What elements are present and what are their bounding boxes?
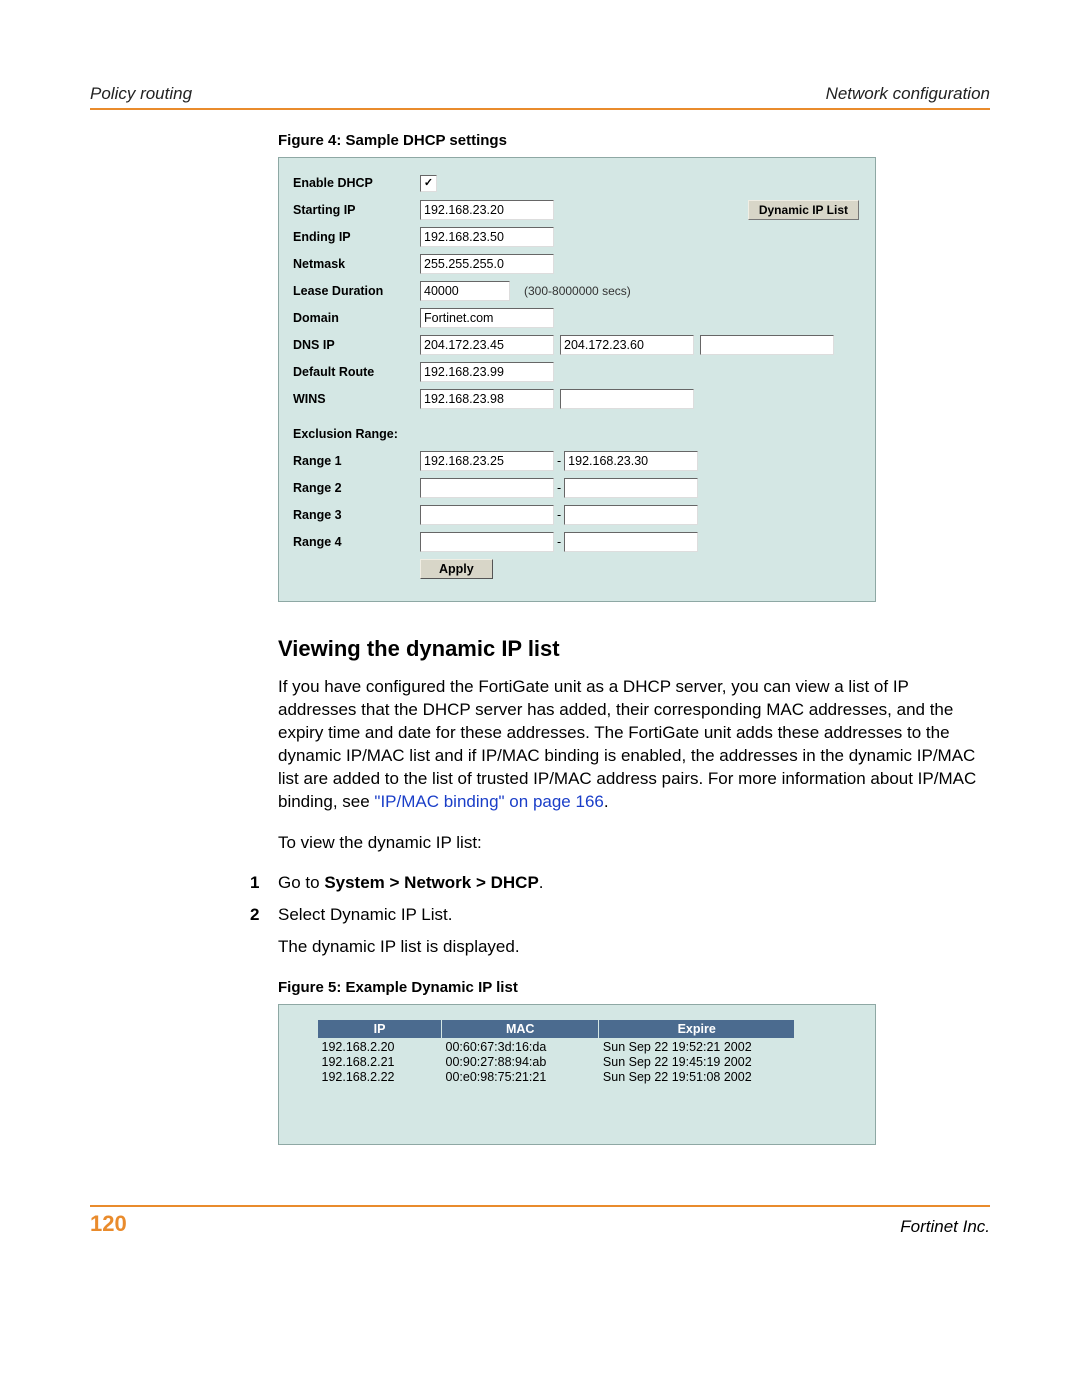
- range2-from-input[interactable]: [420, 478, 554, 498]
- step-1-number: 1: [250, 873, 278, 893]
- lease-duration-label: Lease Duration: [293, 284, 420, 298]
- dhcp-settings-panel: Enable DHCP ✓ Starting IP Dynamic IP Lis…: [278, 157, 876, 602]
- range1-to-input[interactable]: [564, 451, 698, 471]
- para1-text: If you have configured the FortiGate uni…: [278, 677, 976, 811]
- table-row: 192.168.2.21 00:90:27:88:94:ab Sun Sep 2…: [318, 1054, 795, 1069]
- table-row: 192.168.2.22 00:e0:98:75:21:21 Sun Sep 2…: [318, 1069, 795, 1084]
- cell-expire: Sun Sep 22 19:52:21 2002: [599, 1038, 795, 1054]
- starting-ip-label: Starting IP: [293, 203, 420, 217]
- section-paragraph-2: To view the dynamic IP list:: [278, 832, 990, 855]
- section-paragraph-1: If you have configured the FortiGate uni…: [278, 676, 990, 814]
- dynamic-ip-list-button[interactable]: Dynamic IP List: [748, 200, 859, 220]
- step-2-after: The dynamic IP list is displayed.: [278, 937, 990, 957]
- range3-to-input[interactable]: [564, 505, 698, 525]
- dns-ip-2-input[interactable]: [560, 335, 694, 355]
- range4-from-input[interactable]: [420, 532, 554, 552]
- starting-ip-input[interactable]: [420, 200, 554, 220]
- step1-prefix: Go to: [278, 873, 324, 892]
- table-row: 192.168.2.20 00:60:67:3d:16:da Sun Sep 2…: [318, 1038, 795, 1054]
- step-2-body: Select Dynamic IP List.: [278, 905, 990, 925]
- enable-dhcp-checkbox[interactable]: ✓: [420, 175, 437, 192]
- wins-2-input[interactable]: [560, 389, 694, 409]
- default-route-input[interactable]: [420, 362, 554, 382]
- page-number: 120: [90, 1211, 127, 1237]
- cell-ip: 192.168.2.22: [318, 1069, 442, 1084]
- dynamic-ip-list-panel: IP MAC Expire 192.168.2.20 00:60:67:3d:1…: [278, 1004, 876, 1145]
- ending-ip-input[interactable]: [420, 227, 554, 247]
- dns-ip-1-input[interactable]: [420, 335, 554, 355]
- wins-label: WINS: [293, 392, 420, 406]
- footer-company: Fortinet Inc.: [900, 1217, 990, 1237]
- cell-expire: Sun Sep 22 19:51:08 2002: [599, 1069, 795, 1084]
- range2-label: Range 2: [293, 481, 420, 495]
- range3-from-input[interactable]: [420, 505, 554, 525]
- netmask-input[interactable]: [420, 254, 554, 274]
- range2-to-input[interactable]: [564, 478, 698, 498]
- header-rule: [90, 108, 990, 110]
- exclusion-range-label: Exclusion Range:: [293, 427, 398, 441]
- col-mac: MAC: [442, 1019, 599, 1038]
- col-expire: Expire: [599, 1019, 795, 1038]
- cell-mac: 00:e0:98:75:21:21: [442, 1069, 599, 1084]
- domain-label: Domain: [293, 311, 420, 325]
- dns-ip-3-input[interactable]: [700, 335, 834, 355]
- lease-duration-hint: (300-8000000 secs): [524, 284, 631, 298]
- range1-from-input[interactable]: [420, 451, 554, 471]
- step-2b-spacer: [250, 937, 278, 957]
- figure5-caption: Figure 5: Example Dynamic IP list: [278, 979, 990, 996]
- para1-tail: .: [604, 792, 609, 811]
- range4-to-input[interactable]: [564, 532, 698, 552]
- cell-mac: 00:60:67:3d:16:da: [442, 1038, 599, 1054]
- apply-button[interactable]: Apply: [420, 559, 493, 579]
- cell-ip: 192.168.2.21: [318, 1054, 442, 1069]
- range3-label: Range 3: [293, 508, 420, 522]
- cell-expire: Sun Sep 22 19:45:19 2002: [599, 1054, 795, 1069]
- header-left: Policy routing: [90, 84, 192, 104]
- range4-dash: -: [557, 535, 561, 549]
- enable-dhcp-label: Enable DHCP: [293, 176, 420, 190]
- cell-ip: 192.168.2.20: [318, 1038, 442, 1054]
- step1-suffix: .: [539, 873, 544, 892]
- figure4-caption: Figure 4: Sample DHCP settings: [278, 132, 990, 149]
- header-right: Network configuration: [826, 84, 990, 104]
- step1-path: System > Network > DHCP: [324, 873, 538, 892]
- range1-label: Range 1: [293, 454, 420, 468]
- section-heading: Viewing the dynamic IP list: [278, 636, 990, 662]
- dns-ip-label: DNS IP: [293, 338, 420, 352]
- range3-dash: -: [557, 508, 561, 522]
- range2-dash: -: [557, 481, 561, 495]
- dynamic-ip-table: IP MAC Expire 192.168.2.20 00:60:67:3d:1…: [317, 1019, 795, 1084]
- col-ip: IP: [318, 1019, 442, 1038]
- cell-mac: 00:90:27:88:94:ab: [442, 1054, 599, 1069]
- ipmac-binding-link[interactable]: "IP/MAC binding" on page 166: [374, 792, 603, 811]
- netmask-label: Netmask: [293, 257, 420, 271]
- range4-label: Range 4: [293, 535, 420, 549]
- lease-duration-input[interactable]: [420, 281, 510, 301]
- step-2-number: 2: [250, 905, 278, 925]
- wins-1-input[interactable]: [420, 389, 554, 409]
- default-route-label: Default Route: [293, 365, 420, 379]
- step-1-body: Go to System > Network > DHCP.: [278, 873, 990, 893]
- ending-ip-label: Ending IP: [293, 230, 420, 244]
- domain-input[interactable]: [420, 308, 554, 328]
- range1-dash: -: [557, 454, 561, 468]
